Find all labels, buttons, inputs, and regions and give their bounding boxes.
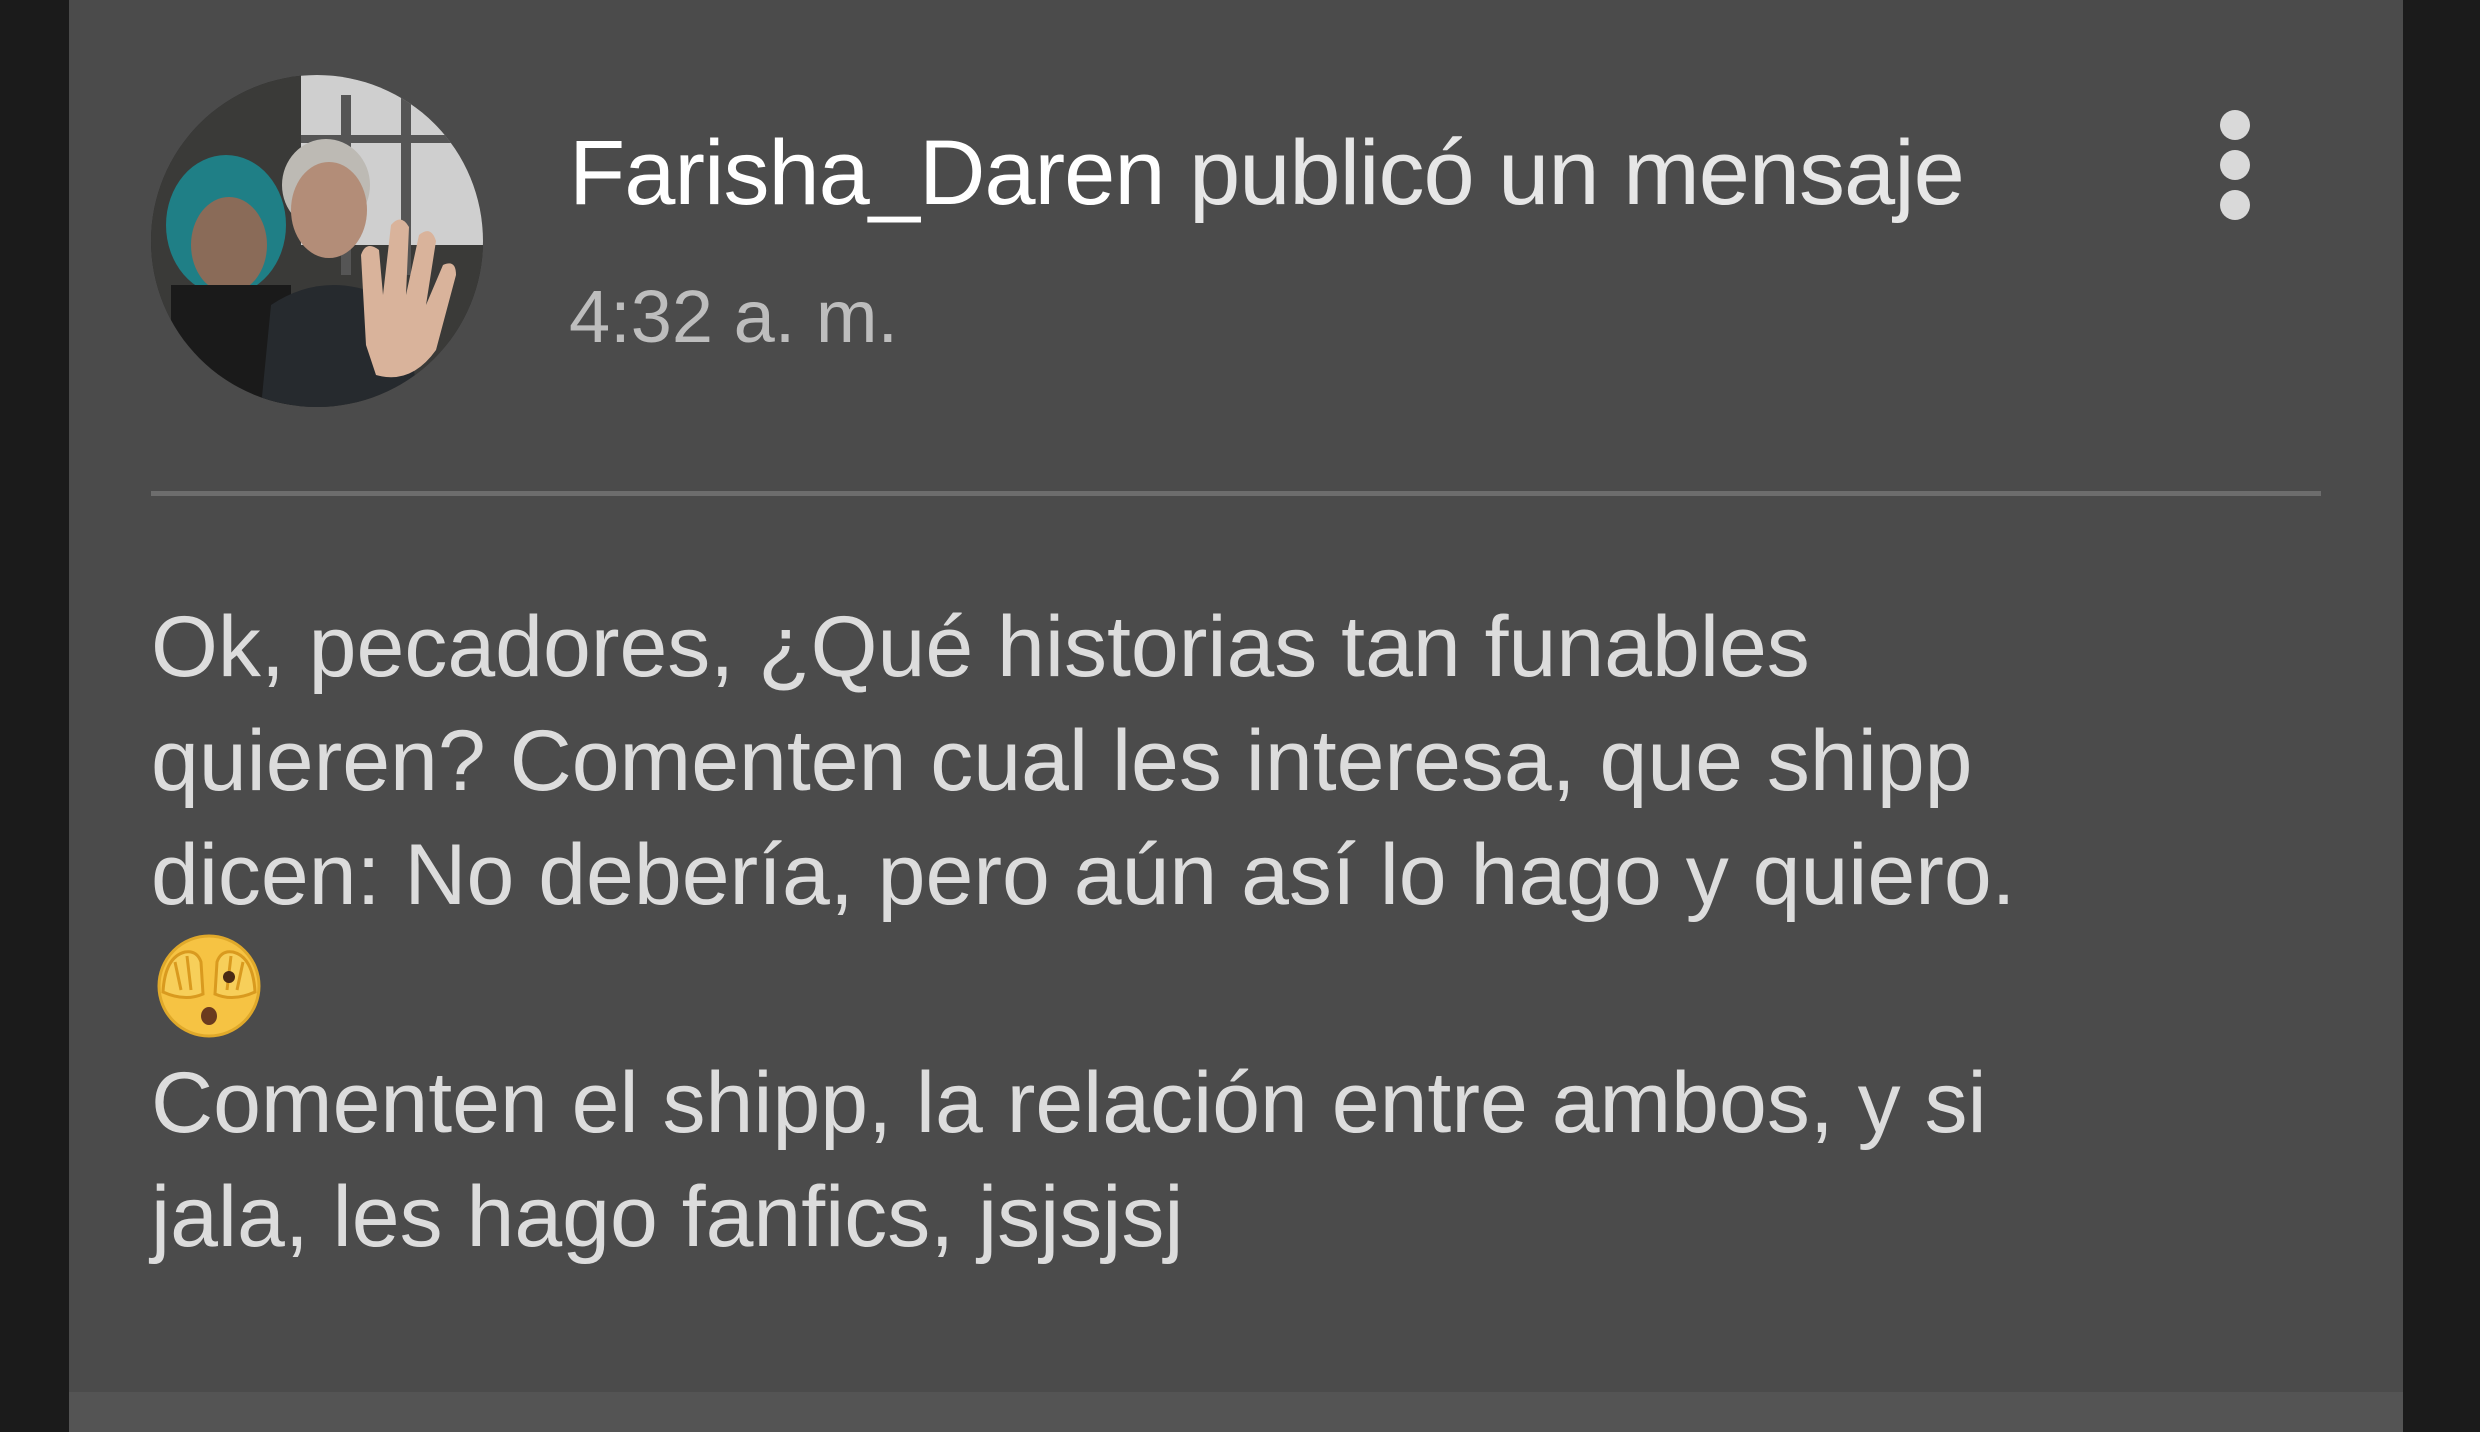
post-body-line: dicen: No debería, pero aún así lo hago … bbox=[151, 827, 2016, 923]
face-with-peeking-eye-emoji bbox=[157, 934, 261, 1038]
emoji-row bbox=[151, 932, 2391, 1046]
more-vertical-icon-dot bbox=[2220, 150, 2250, 180]
more-vertical-icon-dot bbox=[2220, 190, 2250, 220]
post-header: Farisha_Daren publicó un mensaje bbox=[569, 118, 1965, 228]
post-body-line: Ok, pecadores, ¿Qué historias tan funabl… bbox=[151, 599, 1810, 695]
post-timestamp: 4:32 a. m. bbox=[569, 275, 899, 358]
author-name[interactable]: Farisha_Daren bbox=[569, 122, 1166, 224]
avatar-photo bbox=[151, 75, 483, 407]
more-options-button[interactable] bbox=[2199, 100, 2269, 230]
post-body-line: quieren? Comenten cual les interesa, que… bbox=[151, 713, 1973, 809]
post-card: Farisha_Daren publicó un mensaje 4:32 a.… bbox=[69, 0, 2403, 1432]
post-body: Ok, pecadores, ¿Qué historias tan funabl… bbox=[151, 590, 2391, 1274]
author-avatar[interactable] bbox=[151, 75, 483, 407]
more-vertical-icon bbox=[2220, 110, 2250, 140]
post-body-line: jala, les hago fanfics, jsjsjsj bbox=[151, 1169, 1184, 1265]
post-action-text: publicó un mensaje bbox=[1164, 122, 1965, 224]
post-body-line: Comenten el shipp, la relación entre amb… bbox=[151, 1055, 1987, 1151]
divider bbox=[151, 491, 2321, 496]
card-footer-strip bbox=[69, 1392, 2403, 1432]
